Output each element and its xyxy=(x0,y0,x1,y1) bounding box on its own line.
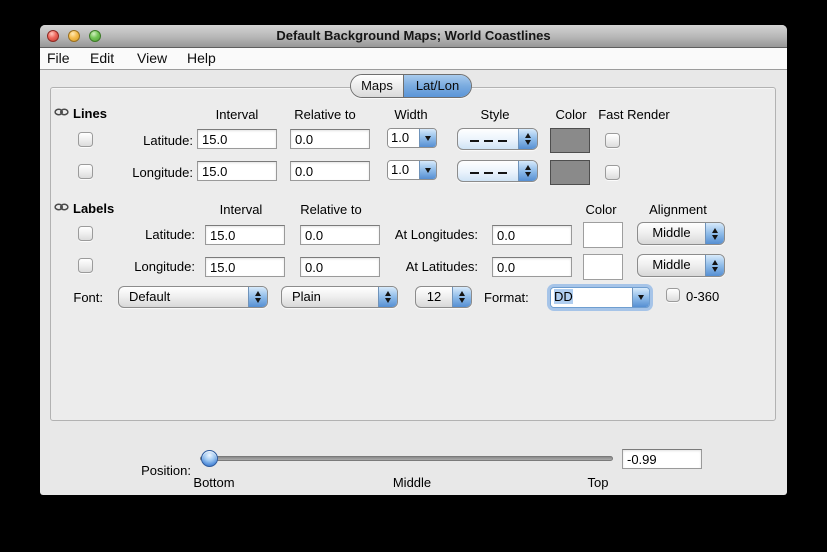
menu-item-file[interactable]: File xyxy=(47,48,70,69)
lines-longitude-label: Longitude: xyxy=(129,165,193,180)
labels-latitude-relative-input[interactable] xyxy=(300,225,380,245)
lines-latitude-checkbox[interactable] xyxy=(78,132,93,147)
labels-longitude-label: Longitude: xyxy=(131,259,195,274)
labels-longitude-at-input[interactable] xyxy=(492,257,572,277)
lines-longitude-checkbox[interactable] xyxy=(78,164,93,179)
window-title: Default Background Maps; World Coastline… xyxy=(40,25,787,47)
tick-middle: Middle xyxy=(393,475,431,490)
font-name-value: Default xyxy=(119,287,248,307)
font-size-select[interactable]: 12 xyxy=(415,286,472,308)
dashed-line-icon xyxy=(458,161,518,181)
titlebar[interactable]: Default Background Maps; World Coastline… xyxy=(40,25,787,48)
lines-longitude-style-select[interactable] xyxy=(457,160,538,182)
menu-item-view[interactable]: View xyxy=(137,48,167,69)
tick-bottom: Bottom xyxy=(193,475,234,490)
font-name-select[interactable]: Default xyxy=(118,286,268,308)
stepper-arrows-icon xyxy=(705,223,724,244)
labels-header-color: Color xyxy=(585,202,616,217)
lines-latitude-color-well[interactable] xyxy=(550,128,590,153)
lines-section-label: Lines xyxy=(73,106,107,121)
font-style-select[interactable]: Plain xyxy=(281,286,398,308)
labels-longitude-relative-input[interactable] xyxy=(300,257,380,277)
labels-longitude-color-well[interactable] xyxy=(583,254,623,280)
format-value: DD xyxy=(554,289,573,304)
width-value: 1.0 xyxy=(388,161,419,179)
labels-longitude-alignment-select[interactable]: Middle xyxy=(637,254,725,277)
lines-latitude-label: Latitude: xyxy=(129,133,193,148)
lines-latitude-interval-input[interactable] xyxy=(197,129,277,149)
range-0-360-checkbox[interactable] xyxy=(666,288,680,302)
labels-section-label: Labels xyxy=(73,201,114,216)
range-0-360-label: 0-360 xyxy=(686,289,719,304)
labels-latitude-alignment-select[interactable]: Middle xyxy=(637,222,725,245)
labels-latitude-color-well[interactable] xyxy=(583,222,623,248)
dropdown-arrow-icon xyxy=(419,161,436,179)
menu-item-help[interactable]: Help xyxy=(187,48,216,69)
app-window: Default Background Maps; World Coastline… xyxy=(40,25,787,495)
stepper-arrows-icon xyxy=(248,287,267,307)
lines-latitude-width-combo[interactable]: 1.0 xyxy=(387,128,437,148)
font-size-value: 12 xyxy=(416,287,452,307)
format-label: Format: xyxy=(484,290,529,305)
labels-header-relative: Relative to xyxy=(300,202,361,217)
dropdown-arrow-icon xyxy=(419,129,436,147)
menubar: File Edit View Help xyxy=(40,48,787,70)
lines-header-relative: Relative to xyxy=(294,107,355,122)
lines-longitude-color-well[interactable] xyxy=(550,160,590,185)
stepper-arrows-icon xyxy=(452,287,471,307)
lines-longitude-width-combo[interactable]: 1.0 xyxy=(387,160,437,180)
menu-item-edit[interactable]: Edit xyxy=(90,48,114,69)
alignment-value: Middle xyxy=(638,255,705,276)
lines-longitude-interval-input[interactable] xyxy=(197,161,277,181)
font-style-value: Plain xyxy=(282,287,378,307)
labels-latitude-interval-input[interactable] xyxy=(205,225,285,245)
lines-header-width: Width xyxy=(394,107,427,122)
labels-latitude-label: Latitude: xyxy=(131,227,195,242)
screen-background: Default Background Maps; World Coastline… xyxy=(0,0,827,552)
lines-latitude-fastrender-checkbox[interactable] xyxy=(605,133,620,148)
dashed-line-icon xyxy=(458,129,518,149)
tab-latlon[interactable]: Lat/Lon xyxy=(404,75,471,97)
tab-group: Maps Lat/Lon xyxy=(350,74,472,98)
font-label: Font: xyxy=(53,290,103,305)
stepper-arrows-icon xyxy=(705,255,724,276)
position-label: Position: xyxy=(121,463,191,478)
labels-latitude-at-label: At Longitudes: xyxy=(376,227,478,242)
labels-latitude-at-input[interactable] xyxy=(492,225,572,245)
lines-header-fastrender: Fast Render xyxy=(598,107,670,122)
stepper-arrows-icon xyxy=(518,161,537,181)
tab-maps[interactable]: Maps xyxy=(351,75,404,97)
stepper-arrows-icon xyxy=(518,129,537,149)
format-field: DD xyxy=(551,288,632,307)
lines-longitude-fastrender-checkbox[interactable] xyxy=(605,165,620,180)
position-slider-thumb[interactable] xyxy=(201,450,218,467)
position-slider-track[interactable] xyxy=(200,456,613,461)
dropdown-arrow-icon xyxy=(632,288,649,307)
alignment-value: Middle xyxy=(638,223,705,244)
labels-header-interval: Interval xyxy=(220,202,263,217)
labels-latitude-checkbox[interactable] xyxy=(78,226,93,241)
lines-longitude-relative-input[interactable] xyxy=(290,161,370,181)
labels-link-icon xyxy=(54,202,69,212)
tick-top: Top xyxy=(588,475,609,490)
lines-link-icon xyxy=(54,107,69,117)
stepper-arrows-icon xyxy=(378,287,397,307)
lines-latitude-relative-input[interactable] xyxy=(290,129,370,149)
width-value: 1.0 xyxy=(388,129,419,147)
labels-header-alignment: Alignment xyxy=(649,202,707,217)
lines-header-style: Style xyxy=(481,107,510,122)
format-combo[interactable]: DD xyxy=(550,287,650,308)
lines-latitude-style-select[interactable] xyxy=(457,128,538,150)
lines-header-color: Color xyxy=(555,107,586,122)
labels-longitude-checkbox[interactable] xyxy=(78,258,93,273)
labels-longitude-interval-input[interactable] xyxy=(205,257,285,277)
position-value-input[interactable] xyxy=(622,449,702,469)
labels-longitude-at-label: At Latitudes: xyxy=(376,259,478,274)
lines-header-interval: Interval xyxy=(216,107,259,122)
